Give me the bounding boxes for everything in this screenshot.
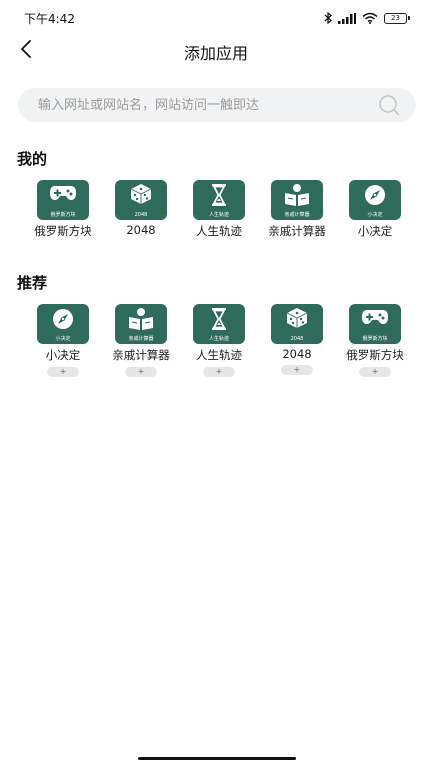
app-tile-label: 2048 [134, 212, 148, 218]
app-item[interactable]: 俄罗斯方块 俄罗斯方块 [24, 180, 102, 239]
battery-icon: 23 [384, 12, 410, 24]
app-tile[interactable]: 亲戚计算器 [115, 304, 167, 344]
app-name: 2048 [126, 223, 156, 237]
app-tile-label: 人生轨迹 [208, 212, 229, 218]
gamepad-icon [361, 307, 389, 327]
compass-icon [51, 307, 75, 331]
app-tile[interactable]: 2048 [115, 180, 167, 220]
app-tile[interactable]: 俄罗斯方块 [349, 304, 401, 344]
app-name: 人生轨迹 [196, 348, 242, 362]
section-title-recommended: 推荐 [17, 274, 48, 292]
app-item[interactable]: 2048 2048 [102, 180, 180, 239]
dice-icon [129, 183, 153, 205]
add-app-button[interactable]: + [281, 365, 313, 375]
battery-level: 23 [384, 12, 407, 24]
app-tile[interactable]: 小决定 [349, 180, 401, 220]
app-name: 小决定 [357, 224, 393, 238]
app-tile-label: 人生轨迹 [208, 336, 229, 342]
app-tile-label: 小决定 [55, 336, 71, 342]
signal-icon [338, 12, 356, 24]
dice-icon [285, 307, 309, 329]
section-title-mine: 我的 [17, 150, 48, 168]
recommended-apps-row: 小决定 小决定 + 亲戚计算器 亲戚计算器 + 人生轨迹 人生轨迹 +2048 2048 + 俄罗斯方… [24, 304, 414, 377]
app-name: 小决定 [45, 348, 81, 362]
add-app-button[interactable]: + [47, 367, 79, 377]
add-app-button[interactable]: + [359, 367, 391, 377]
app-tile[interactable]: 2048 [271, 304, 323, 344]
reader-icon [283, 183, 311, 207]
app-name: 俄罗斯方块 [346, 348, 404, 362]
search-bar[interactable] [18, 88, 416, 122]
bluetooth-icon [324, 12, 332, 24]
app-item[interactable]: 亲戚计算器 亲戚计算器 [258, 180, 336, 239]
my-apps-row: 俄罗斯方块 俄罗斯方块 2048 2048 人生轨迹 人生轨迹 亲戚计算器 亲戚计算器 小决定小… [24, 180, 414, 239]
reader-icon [127, 307, 155, 331]
app-item[interactable]: 亲戚计算器 亲戚计算器 + [102, 304, 180, 377]
compass-icon [363, 183, 387, 207]
app-tile[interactable]: 人生轨迹 [193, 180, 245, 220]
app-name: 亲戚计算器 [112, 348, 170, 362]
app-tile-label: 亲戚计算器 [284, 212, 310, 218]
app-name: 2048 [282, 347, 312, 361]
app-tile-label: 小决定 [367, 212, 383, 218]
app-name: 俄罗斯方块 [34, 224, 92, 238]
app-item[interactable]: 2048 2048 + [258, 304, 336, 377]
app-tile[interactable]: 亲戚计算器 [271, 180, 323, 220]
app-item[interactable]: 小决定 小决定 + [24, 304, 102, 377]
app-tile-label: 2048 [290, 336, 304, 342]
search-icon[interactable] [376, 92, 402, 118]
hourglass-icon [209, 307, 229, 331]
app-tile[interactable]: 俄罗斯方块 [37, 180, 89, 220]
gamepad-icon [49, 183, 77, 203]
status-time: 下午4:42 [24, 11, 75, 26]
app-tile-label: 俄罗斯方块 [362, 336, 388, 342]
hourglass-icon [209, 183, 229, 207]
status-bar: 下午4:42 23 [0, 0, 432, 36]
status-icons: 23 [324, 12, 410, 24]
wifi-icon [362, 12, 378, 24]
search-input[interactable] [38, 97, 376, 113]
app-item[interactable]: 俄罗斯方块 俄罗斯方块 + [336, 304, 414, 377]
app-tile[interactable]: 小决定 [37, 304, 89, 344]
add-app-button[interactable]: + [125, 367, 157, 377]
app-name: 亲戚计算器 [268, 224, 326, 238]
app-item[interactable]: 人生轨迹 人生轨迹 [180, 180, 258, 239]
home-indicator[interactable] [138, 757, 296, 760]
app-tile-label: 俄罗斯方块 [50, 212, 76, 218]
app-item[interactable]: 人生轨迹 人生轨迹 + [180, 304, 258, 377]
add-app-button[interactable]: + [203, 367, 235, 377]
app-tile[interactable]: 人生轨迹 [193, 304, 245, 344]
header: 添加应用 [0, 36, 432, 66]
page-title: 添加应用 [183, 44, 248, 63]
app-tile-label: 亲戚计算器 [128, 336, 154, 342]
app-name: 人生轨迹 [196, 224, 242, 238]
app-item[interactable]: 小决定 小决定 [336, 180, 414, 239]
